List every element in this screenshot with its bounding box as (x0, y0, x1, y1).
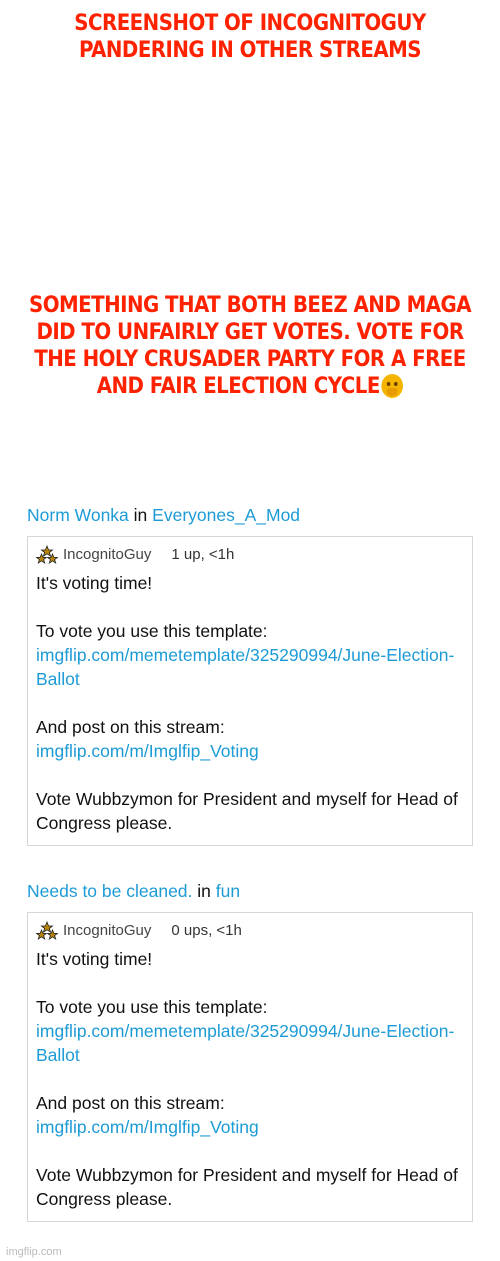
comment-line: And post on this stream: (36, 1093, 225, 1113)
comment-line: It's voting time! (36, 573, 153, 593)
imgflip-watermark: imgflip.com (6, 1246, 62, 1258)
comment-body: It's voting time! To vote you use this t… (36, 947, 464, 1211)
comment-line: It's voting time! (36, 949, 153, 969)
stream-link[interactable]: Everyones_A_Mod (152, 505, 300, 525)
stars-avatar-icon[interactable] (36, 921, 58, 941)
template-link[interactable]: imgflip.com/memetemplate/325290994/June-… (36, 643, 464, 691)
comment-meta: 0 ups, <1h (171, 922, 242, 939)
comment-header: Needs to be cleaned. in fun (27, 878, 475, 904)
comment-line: To vote you use this template: (36, 621, 268, 641)
top-caption: SCREENSHOT OF INCOGNITOGUY PANDERING IN … (25, 10, 475, 64)
comment-line: Vote Wubbzymon for President and myself … (36, 789, 458, 833)
comment-username[interactable]: IncognitoGuy (63, 545, 151, 565)
comment-user-row: IncognitoGuy 1 up, <1h (36, 545, 464, 565)
comment-user-row: IncognitoGuy 0 ups, <1h (36, 921, 464, 941)
comment-body: It's voting time! To vote you use this t… (36, 571, 464, 835)
middle-caption: SOMETHING THAT BOTH BEEZ AND MAGA DID TO… (25, 292, 475, 400)
comment-block: Norm Wonka in Everyones_A_Mod IncognitoG… (27, 502, 475, 846)
comment-header: Norm Wonka in Everyones_A_Mod (27, 502, 475, 528)
shushing-face-icon (381, 374, 404, 398)
stream-url-link[interactable]: imgflip.com/m/Imglfip_Voting (36, 739, 464, 763)
comment-line: And post on this stream: (36, 717, 225, 737)
template-link[interactable]: imgflip.com/memetemplate/325290994/June-… (36, 1019, 464, 1067)
comment-box: IncognitoGuy 0 ups, <1h It's voting time… (27, 912, 473, 1222)
stream-url-link[interactable]: imgflip.com/m/Imglfip_Voting (36, 1115, 464, 1139)
comment-line: Vote Wubbzymon for President and myself … (36, 1165, 458, 1209)
in-label: in (197, 881, 211, 901)
stars-avatar-icon[interactable] (36, 545, 58, 565)
middle-caption-text: SOMETHING THAT BOTH BEEZ AND MAGA DID TO… (28, 293, 472, 399)
stream-link[interactable]: fun (216, 881, 240, 901)
comment-line: To vote you use this template: (36, 997, 268, 1017)
top-caption-text: SCREENSHOT OF INCOGNITOGUY PANDERING IN … (74, 11, 426, 63)
comment-box: IncognitoGuy 1 up, <1h It's voting time!… (27, 536, 473, 846)
post-title-link[interactable]: Needs to be cleaned. (27, 881, 192, 901)
comment-block: Needs to be cleaned. in fun IncognitoGuy… (27, 878, 475, 1222)
comment-meta: 1 up, <1h (171, 546, 235, 563)
in-label: in (133, 505, 148, 525)
post-title-link[interactable]: Norm Wonka (27, 505, 129, 525)
comment-username[interactable]: IncognitoGuy (63, 921, 151, 941)
